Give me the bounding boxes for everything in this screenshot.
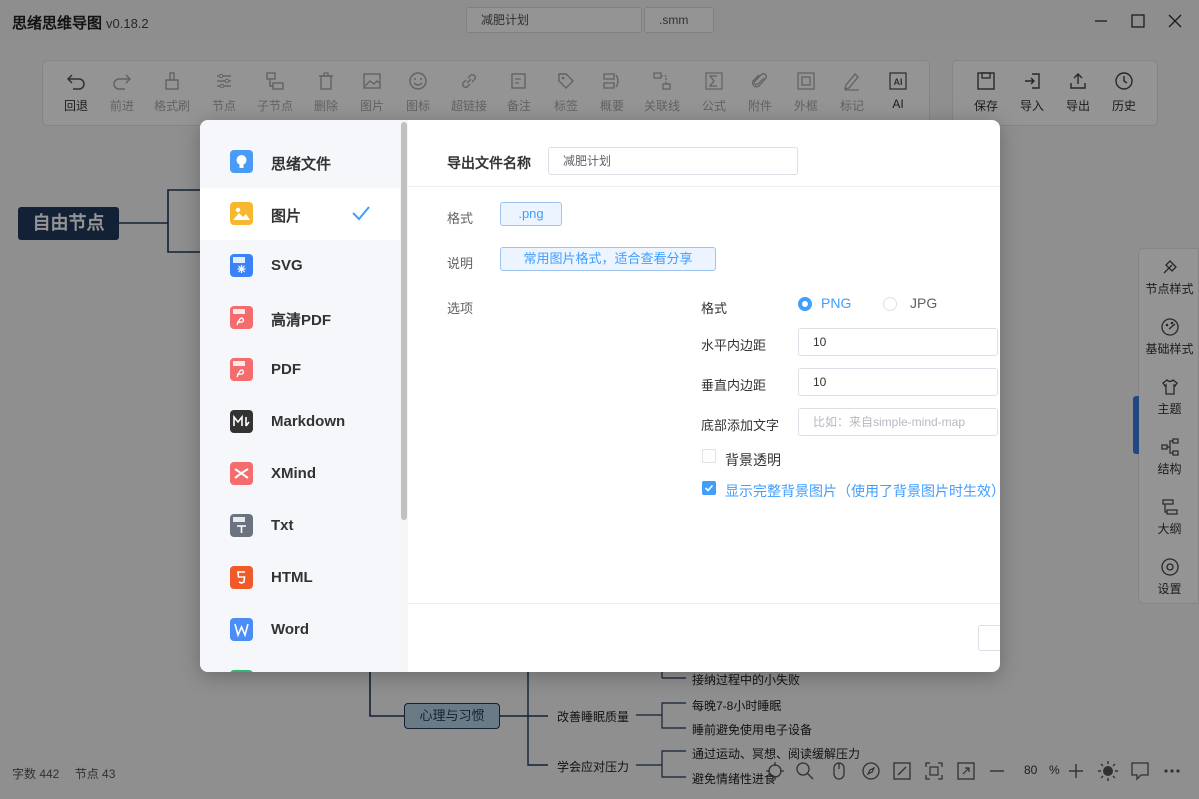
transparent-bg-checkbox[interactable]	[702, 449, 716, 463]
word-icon	[230, 618, 253, 641]
checkbox-check-icon	[704, 484, 714, 492]
format-item-image[interactable]: 图片	[200, 188, 400, 240]
format-row-label: 格式	[447, 211, 474, 226]
padding-v-input[interactable]: 10	[798, 368, 998, 396]
desc-row-label: 说明	[447, 256, 474, 271]
format-item-html[interactable]: HTML	[200, 552, 400, 604]
markdown-icon	[230, 410, 253, 433]
padding-h-input[interactable]: 10	[798, 328, 998, 356]
txt-file-icon	[230, 514, 253, 537]
filename-label: 导出文件名称	[447, 155, 531, 171]
cancel-button[interactable]: 取消	[978, 625, 1000, 651]
format-label: XMind	[271, 465, 316, 482]
file-icon	[230, 670, 253, 672]
radio-png-label[interactable]: PNG	[821, 295, 851, 311]
format-label: PDF	[271, 361, 301, 378]
format-item-more[interactable]	[200, 656, 400, 672]
transparent-bg-label[interactable]: 背景透明	[725, 450, 781, 470]
filename-input[interactable]: 减肥计划	[548, 147, 798, 175]
footer-text-label: 底部添加文字	[701, 418, 780, 433]
format-label: 高清PDF	[271, 312, 332, 329]
format-item-markdown[interactable]: Markdown	[200, 396, 400, 448]
export-dialog: 思绪文件 图片 SVG 高清PDF PDF Markdown XMind Txt…	[200, 120, 1000, 672]
padding-h-label: 水平内边距	[701, 338, 767, 353]
options-row-label: 选项	[447, 301, 474, 316]
radio-jpg-label[interactable]: JPG	[910, 295, 937, 311]
format-list: 思绪文件 图片 SVG 高清PDF PDF Markdown XMind Txt…	[200, 120, 408, 672]
format-item-svg[interactable]: SVG	[200, 240, 400, 292]
full-bg-image-checkbox[interactable]	[702, 481, 716, 495]
format-tag: .png	[500, 202, 562, 226]
desc-tag: 常用图片格式，适合查看分享	[500, 247, 716, 271]
format-item-smm[interactable]: 思绪文件	[200, 136, 400, 188]
format-label: SVG	[271, 257, 303, 274]
format-label: HTML	[271, 569, 313, 586]
format-item-xmind[interactable]: XMind	[200, 448, 400, 500]
format-item-txt[interactable]: Txt	[200, 500, 400, 552]
scrollbar-thumb[interactable]	[401, 122, 407, 520]
bulb-icon	[230, 150, 253, 173]
xmind-icon	[230, 462, 253, 485]
picture-icon	[230, 202, 253, 225]
export-options-panel: 导出文件名称 减肥计划 格式 .png 说明 常用图片格式，适合查看分享 选项 …	[408, 120, 1000, 672]
format-label: Word	[271, 621, 310, 638]
divider	[408, 186, 1000, 187]
full-bg-image-label[interactable]: 显示完整背景图片（使用了背景图片时生效）	[725, 481, 1000, 501]
format-item-hd-pdf[interactable]: 高清PDF	[200, 292, 400, 344]
format-label: 图片	[271, 208, 302, 225]
format-label: Markdown	[271, 413, 346, 430]
image-format-label: 格式	[701, 301, 728, 316]
svg-file-icon	[230, 254, 253, 277]
format-label: Txt	[271, 517, 294, 534]
format-list-scrollbar[interactable]	[400, 120, 408, 672]
radio-jpg[interactable]	[883, 297, 897, 311]
check-icon	[352, 206, 370, 221]
divider	[408, 603, 1000, 604]
format-item-pdf[interactable]: PDF	[200, 344, 400, 396]
padding-v-label: 垂直内边距	[701, 378, 767, 393]
format-item-word[interactable]: Word	[200, 604, 400, 656]
radio-png[interactable]	[798, 297, 812, 311]
footer-text-input[interactable]: 比如：来自simple-mind-map	[798, 408, 998, 436]
pdf-icon	[230, 358, 253, 381]
pdf-icon	[230, 306, 253, 329]
format-label: 思绪文件	[271, 156, 332, 173]
html5-icon	[230, 566, 253, 589]
